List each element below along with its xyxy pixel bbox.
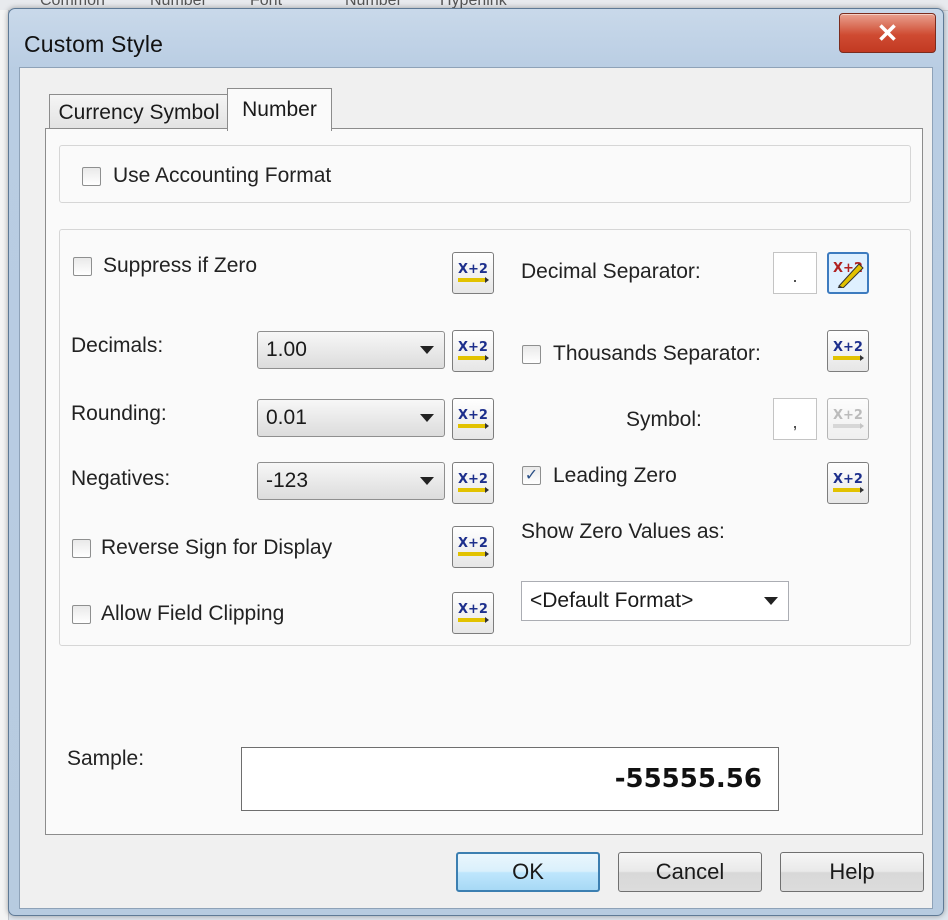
reverse-sign-label: Reverse Sign for Display xyxy=(101,536,333,559)
dialog-title: Custom Style xyxy=(24,31,164,57)
show-zero-values-select[interactable]: <Default Format> xyxy=(521,581,789,621)
suppress-if-zero-label: Suppress if Zero xyxy=(103,254,258,277)
allow-field-clipping-checkbox[interactable] xyxy=(72,605,91,624)
symbol-label: Symbol: xyxy=(626,408,702,431)
dropdown-arrow-icon xyxy=(764,597,778,605)
thousands-separator-formula-button[interactable]: X+2 xyxy=(827,330,869,372)
tab-number-label: Number xyxy=(242,98,317,121)
cancel-button[interactable]: Cancel xyxy=(618,852,762,892)
formula-icon: X+2 xyxy=(458,536,489,557)
sample-display: -55555.56 xyxy=(241,747,779,811)
number-tab-panel: Use Accounting Format Suppress if Zero X… xyxy=(45,128,923,835)
negatives-label: Negatives: xyxy=(71,467,171,490)
symbol-input[interactable]: , xyxy=(773,398,817,440)
help-button[interactable]: Help xyxy=(780,852,924,892)
negatives-value: -123 xyxy=(266,469,309,492)
suppress-if-zero-formula-button[interactable]: X+2 xyxy=(452,252,494,294)
close-button[interactable]: ✕ xyxy=(839,13,936,53)
formula-icon: X+2 xyxy=(833,340,864,361)
formula-icon: X+2 xyxy=(458,340,489,361)
decimals-value: 1.00 xyxy=(266,338,307,361)
decimal-separator-formula-button[interactable]: X+2 xyxy=(827,252,869,294)
formula-icon: X+2 xyxy=(458,602,489,623)
decimals-formula-button[interactable]: X+2 xyxy=(452,330,494,372)
svg-text:X+2: X+2 xyxy=(458,472,488,487)
decimal-separator-input[interactable]: . xyxy=(773,252,817,294)
leading-zero-formula-button[interactable]: X+2 xyxy=(827,462,869,504)
tab-currency-symbol-label: Currency Symbol xyxy=(58,101,220,124)
suppress-if-zero-checkbox[interactable] xyxy=(73,257,92,276)
reverse-sign-checkbox[interactable] xyxy=(72,539,91,558)
checkmark-icon: ✓ xyxy=(524,466,539,484)
thousands-separator-checkbox[interactable] xyxy=(522,345,541,364)
thousands-separator-label: Thousands Separator: xyxy=(553,342,761,365)
tab-number[interactable]: Number xyxy=(227,88,332,131)
svg-text:X+2: X+2 xyxy=(833,340,863,355)
show-zero-values-value: <Default Format> xyxy=(530,589,694,612)
use-accounting-format-label: Use Accounting Format xyxy=(113,164,332,187)
use-accounting-format-checkbox[interactable] xyxy=(82,167,101,186)
show-zero-values-label: Show Zero Values as: xyxy=(521,520,725,543)
svg-text:X+2: X+2 xyxy=(458,408,488,423)
sample-label: Sample: xyxy=(67,747,145,770)
svg-text:X+2: X+2 xyxy=(833,408,863,423)
rounding-label: Rounding: xyxy=(71,402,167,425)
negatives-select[interactable]: -123 xyxy=(257,462,445,500)
rounding-value: 0.01 xyxy=(266,406,307,429)
formula-icon: X+2 xyxy=(458,408,489,429)
dropdown-arrow-icon xyxy=(420,414,434,422)
leading-zero-label: Leading Zero xyxy=(553,464,677,487)
decimals-select[interactable]: 1.00 xyxy=(257,331,445,369)
formula-pencil-icon: X+2 xyxy=(833,261,864,288)
custom-style-dialog: Custom Style ✕ Currency Symbol Number Us… xyxy=(8,8,944,916)
formula-icon: X+2 xyxy=(833,472,864,493)
formula-icon: X+2 xyxy=(833,408,864,429)
decimal-separator-label: Decimal Separator: xyxy=(521,260,701,283)
dropdown-arrow-icon xyxy=(420,477,434,485)
decimals-label: Decimals: xyxy=(71,334,164,357)
leading-zero-checkbox[interactable]: ✓ xyxy=(522,466,541,485)
allow-field-clipping-label: Allow Field Clipping xyxy=(101,602,285,625)
dropdown-arrow-icon xyxy=(420,346,434,354)
reverse-sign-formula-button[interactable]: X+2 xyxy=(452,526,494,568)
symbol-formula-button[interactable]: X+2 xyxy=(827,398,869,440)
formula-icon: X+2 xyxy=(458,472,489,493)
accounting-group: Use Accounting Format xyxy=(59,145,911,203)
close-icon: ✕ xyxy=(876,17,899,48)
svg-text:X+2: X+2 xyxy=(458,340,488,355)
tab-currency-symbol[interactable]: Currency Symbol xyxy=(49,94,229,131)
svg-text:X+2: X+2 xyxy=(458,602,488,617)
dialog-client-area: Currency Symbol Number Use Accounting Fo… xyxy=(19,67,933,909)
number-options-group: Suppress if Zero X+2 Decimals: 1.00 X+2 … xyxy=(59,229,911,646)
rounding-select[interactable]: 0.01 xyxy=(257,399,445,437)
svg-text:X+2: X+2 xyxy=(458,536,488,551)
allow-field-clipping-formula-button[interactable]: X+2 xyxy=(452,592,494,634)
formula-icon: X+2 xyxy=(458,262,489,283)
svg-text:X+2: X+2 xyxy=(833,472,863,487)
ok-button[interactable]: OK xyxy=(456,852,600,892)
negatives-formula-button[interactable]: X+2 xyxy=(452,462,494,504)
svg-text:X+2: X+2 xyxy=(458,262,488,277)
rounding-formula-button[interactable]: X+2 xyxy=(452,398,494,440)
